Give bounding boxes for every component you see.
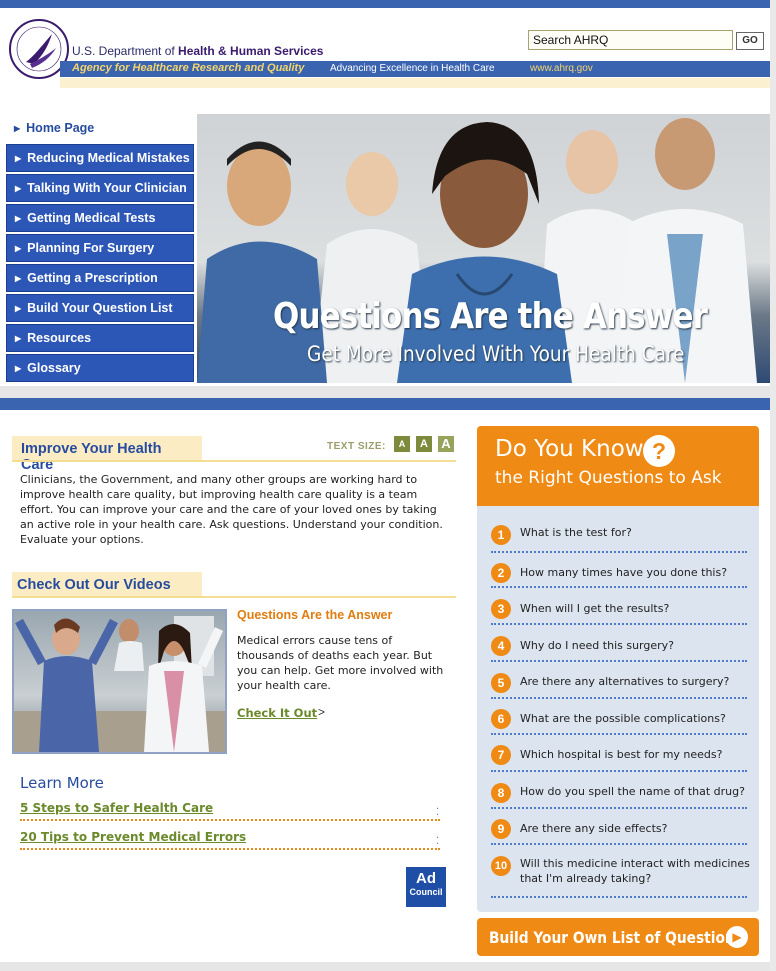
number-badge: 3 — [491, 599, 511, 619]
questions-panel: 1 What is the test for? 2 How many times h… — [477, 506, 759, 912]
number-badge: 5 — [491, 673, 511, 693]
number-badge: 9 — [491, 819, 511, 839]
question-item[interactable]: 10 Will this medicine interact with medic… — [491, 854, 750, 898]
site-url[interactable]: www.ahrq.gov — [530, 63, 593, 74]
intro-paragraph: Clinicians, the Government, and many oth… — [20, 473, 443, 546]
top-stripe — [0, 0, 776, 8]
learn-more-link-tips[interactable]: 20 Tips to Prevent Medical Errors — [20, 830, 440, 850]
external-link-icon: ⁚ — [436, 836, 440, 847]
external-link-icon: ⁚ — [436, 807, 440, 818]
nav-arrow-icon: ▶ — [15, 153, 22, 163]
section-rule — [12, 596, 456, 598]
nav-item-surgery[interactable]: ▶ Planning For Surgery — [6, 234, 194, 262]
page-edge — [770, 0, 776, 971]
number-badge: 6 — [491, 709, 511, 729]
video-thumbnail[interactable] — [12, 609, 227, 754]
video-title[interactable]: Questions Are the Answer — [237, 608, 392, 622]
divider — [0, 398, 770, 410]
nav-arrow-icon: ▶ — [15, 333, 22, 343]
nav-item-reducing-mistakes[interactable]: ▶ Reducing Medical Mistakes — [6, 144, 194, 172]
learn-more-heading: Learn More — [20, 774, 104, 792]
nav-item-medical-tests[interactable]: ▶ Getting Medical Tests — [6, 204, 194, 232]
number-badge: 4 — [491, 636, 511, 656]
section-heading-improve: Improve Your Health Care — [12, 436, 202, 473]
divider — [0, 386, 770, 398]
nav-arrow-icon: ▶ — [15, 183, 22, 193]
number-badge: 8 — [491, 783, 511, 803]
do-you-know-title: Do You Know — [495, 436, 644, 462]
nav-arrow-icon: ▶ — [15, 273, 22, 283]
question-mark-icon: ? — [643, 435, 675, 467]
build-question-list-button[interactable]: Build Your Own List of Questions ▶ — [477, 918, 759, 956]
video-description: Medical errors cause tens of thousands o… — [237, 634, 444, 692]
question-item[interactable]: 8 How do you spell the name of that drug? — [491, 781, 747, 809]
hero-subtitle: Get More Involved With Your Health Care — [307, 342, 685, 366]
do-you-know-header: Do You Know ? the Right Questions to Ask — [477, 426, 759, 506]
text-size-small-button[interactable]: A — [394, 436, 410, 452]
section-heading-videos: Check Out Our Videos — [12, 572, 202, 598]
nav-arrow-icon: ▶ — [15, 303, 22, 313]
nav-item-question-list[interactable]: ▶ Build Your Question List — [6, 294, 194, 322]
hero-title: Questions Are the Answer — [273, 296, 708, 337]
do-you-know-subtitle: the Right Questions to Ask — [495, 468, 722, 488]
video-still-image — [14, 616, 225, 752]
question-item[interactable]: 6 What are the possible complications? — [491, 708, 747, 735]
question-item[interactable]: 9 Are there any side effects? — [491, 818, 747, 845]
question-item[interactable]: 4 Why do I need this surgery? — [491, 635, 747, 662]
number-badge: 1 — [491, 525, 511, 545]
text-size-label: TEXT SIZE: — [327, 441, 386, 452]
footer-bar — [0, 962, 770, 971]
department-name: U.S. Department of Health & Human Servic… — [72, 44, 324, 58]
play-arrow-icon: ▶ — [726, 926, 748, 948]
question-item[interactable]: 7 Which hospital is best for my needs? — [491, 744, 747, 772]
nav-item-home[interactable]: ▶ Home Page — [6, 114, 194, 142]
number-badge: 10 — [491, 856, 511, 876]
sidebar-nav: ▶ Home Page ▶ Reducing Medical Mistakes ▶ T… — [6, 114, 194, 384]
nav-item-talking-clinician[interactable]: ▶ Talking With Your Clinician — [6, 174, 194, 202]
check-it-out-link[interactable]: Check It Out — [237, 706, 317, 720]
build-button-label: Build Your Own List of Questions — [489, 928, 743, 947]
question-item[interactable]: 1 What is the test for? — [491, 522, 747, 553]
nav-item-glossary[interactable]: ▶ Glossary — [6, 354, 194, 382]
hero-banner: Questions Are the Answer Get More Involv… — [197, 114, 770, 383]
nav-item-resources[interactable]: ▶ Resources — [6, 324, 194, 352]
site-header: U.S. Department of Health & Human Servic… — [0, 8, 770, 98]
search-go-button[interactable]: GO — [736, 32, 764, 50]
nav-arrow-icon: ▶ — [14, 123, 21, 133]
text-size-large-button[interactable]: A — [438, 436, 454, 452]
chevron-right-icon: > — [318, 705, 326, 719]
number-badge: 7 — [491, 745, 511, 765]
question-item[interactable]: 2 How many times have you done this? — [491, 562, 747, 588]
agency-name: Agency for Healthcare Research and Quali… — [72, 62, 305, 74]
ad-council-logo[interactable]: Ad Council — [406, 867, 446, 907]
number-badge: 2 — [491, 563, 511, 583]
nav-arrow-icon: ▶ — [15, 213, 22, 223]
header-underline — [60, 78, 770, 88]
text-size-medium-button[interactable]: A — [416, 436, 432, 452]
nav-arrow-icon: ▶ — [15, 363, 22, 373]
tagline: Advancing Excellence in Health Care — [330, 63, 495, 74]
question-item[interactable]: 5 Are there any alternatives to surgery? — [491, 671, 747, 699]
nav-arrow-icon: ▶ — [15, 243, 22, 253]
section-rule — [12, 460, 456, 462]
learn-more-link-steps[interactable]: 5 Steps to Safer Health Care — [20, 801, 440, 821]
question-item[interactable]: 3 When will I get the results? — [491, 598, 747, 625]
nav-item-prescription[interactable]: ▶ Getting a Prescription — [6, 264, 194, 292]
search-input[interactable] — [528, 30, 733, 50]
